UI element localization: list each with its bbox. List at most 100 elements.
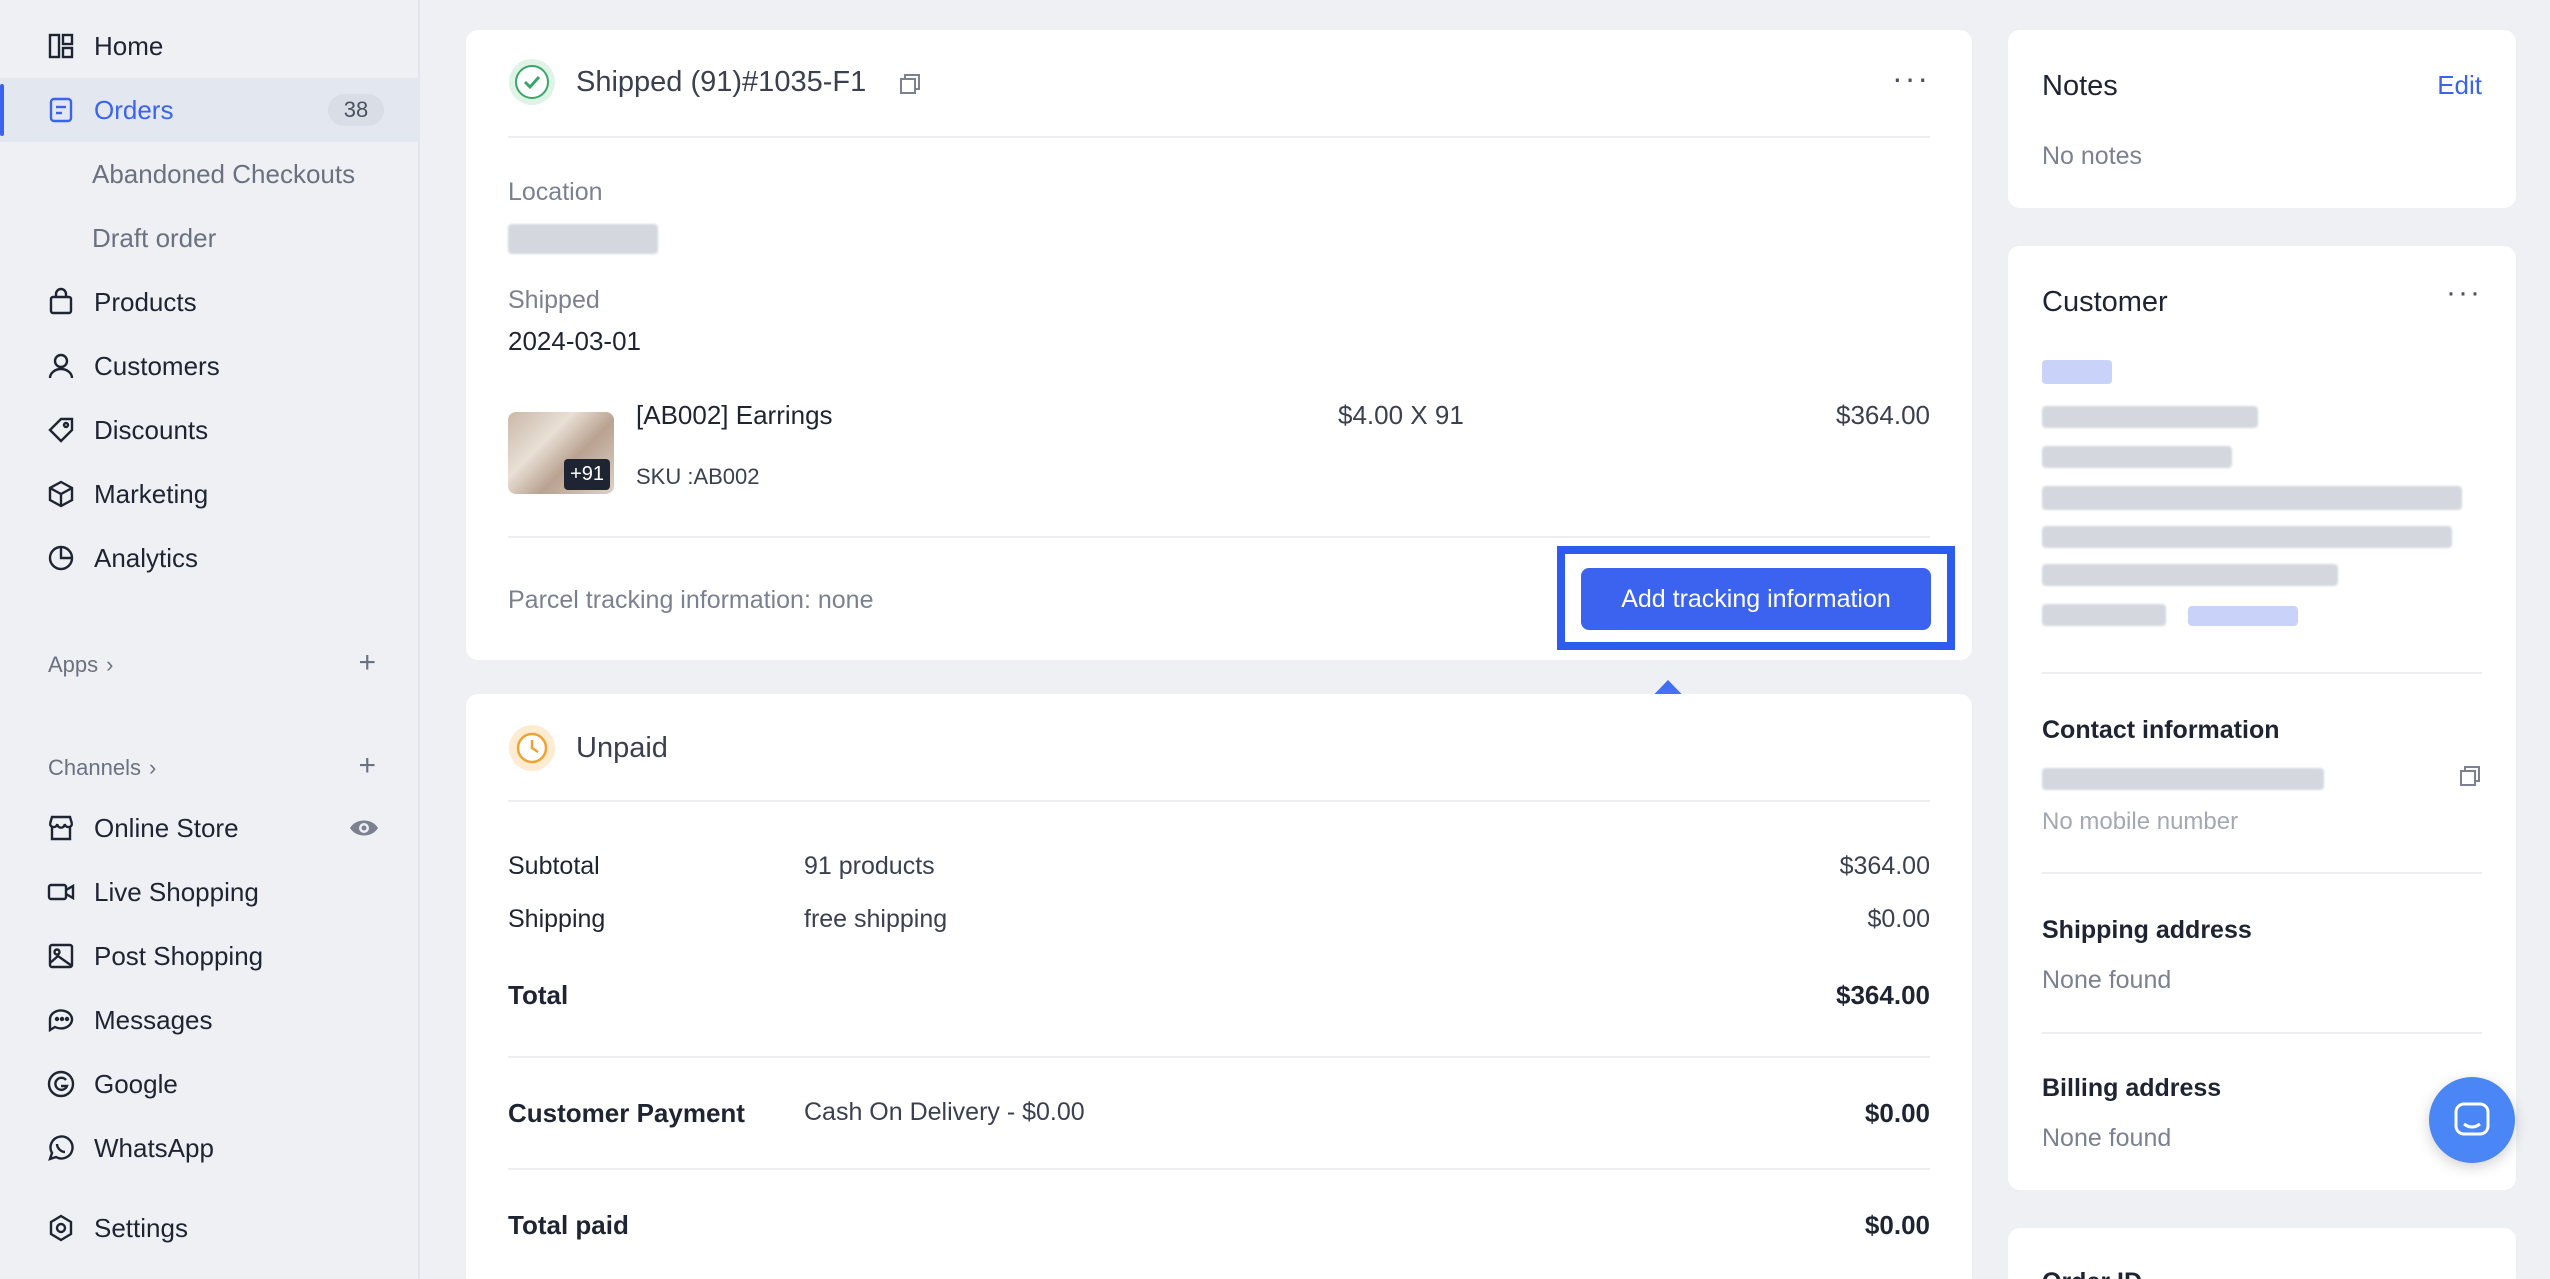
sidebar-item-post-shopping[interactable]: Post Shopping (0, 924, 420, 988)
total-label: Total (508, 980, 569, 1010)
sidebar-item-live-shopping[interactable]: Live Shopping (0, 860, 420, 924)
sidebar-item-marketing[interactable]: Marketing (0, 462, 420, 526)
product-name[interactable]: [AB002] Earrings (636, 400, 833, 431)
sidebar-item-label: Live Shopping (94, 876, 259, 907)
sidebar-item-whatsapp[interactable]: WhatsApp (0, 1116, 420, 1180)
divider (508, 136, 1930, 138)
apps-label: Apps (48, 652, 99, 677)
divider (2042, 672, 2482, 674)
image-icon (46, 941, 76, 971)
line-total: $364.00 (1836, 400, 1930, 430)
apps-section-toggle[interactable]: Apps › (48, 652, 113, 678)
sidebar-item-customers[interactable]: Customers (0, 334, 420, 398)
settings-icon (46, 1213, 76, 1243)
subtotal-label: Subtotal (508, 852, 600, 880)
customer-name-redacted[interactable] (2042, 360, 2112, 384)
copy-icon[interactable] (898, 72, 922, 96)
price-quantity: $4.00 X 91 (1338, 400, 1464, 430)
fulfillment-title: Shipped (91)#1035-F1 (576, 66, 867, 98)
sidebar-item-orders[interactable]: Orders 38 (0, 78, 420, 142)
shipping-label: Shipping (508, 905, 606, 933)
sidebar-item-label: Marketing (94, 478, 209, 509)
sidebar-item-products[interactable]: Products (0, 270, 420, 334)
customer-payment-amount: $0.00 (1864, 1098, 1930, 1128)
billing-address-value: None found (2042, 1124, 2172, 1152)
total-paid-amount: $0.00 (1864, 1210, 1930, 1240)
sidebar-item-label: Orders (94, 94, 174, 125)
customer-detail-redacted (2042, 526, 2452, 548)
add-app-plus-icon[interactable]: + (358, 648, 376, 678)
person-icon (46, 351, 76, 381)
orders-icon (46, 95, 76, 125)
total-paid-label: Total paid (508, 1210, 629, 1240)
sidebar-item-label: WhatsApp (94, 1132, 214, 1163)
divider (508, 1056, 1930, 1058)
sidebar-item-online-store[interactable]: Online Store (0, 796, 420, 860)
shipping-desc: free shipping (804, 905, 948, 933)
chevron-right-icon: › (106, 652, 114, 677)
clock-icon (509, 725, 555, 771)
copy-icon[interactable] (2458, 764, 2482, 788)
sidebar-item-settings[interactable]: Settings (0, 1196, 420, 1260)
more-options-icon[interactable]: ··· (1892, 60, 1930, 97)
notes-edit-link[interactable]: Edit (2437, 70, 2482, 101)
payment-card: Unpaid Subtotal 91 products $364.00 Ship… (466, 694, 1972, 1279)
subtotal-amount: $364.00 (1839, 852, 1930, 880)
add-channel-plus-icon[interactable]: + (358, 751, 376, 781)
sidebar-item-label: Messages (94, 1004, 213, 1035)
tracking-status-text: Parcel tracking information: none (508, 586, 874, 614)
total-amount: $364.00 (1836, 980, 1930, 1010)
channels-section-toggle[interactable]: Channels › (48, 755, 156, 781)
sidebar-item-label: Google (94, 1068, 178, 1099)
location-label: Location (508, 178, 603, 206)
pie-chart-icon (46, 543, 76, 573)
divider (2042, 1032, 2482, 1034)
contact-information-title: Contact information (2042, 716, 2280, 744)
product-thumbnail[interactable]: +91 (508, 412, 614, 494)
customer-detail-redacted (2042, 486, 2462, 510)
sidebar-item-draft-order[interactable]: Draft order (0, 206, 420, 270)
divider (508, 536, 1930, 538)
sidebar-item-label: Discounts (94, 414, 209, 445)
email-redacted (2042, 768, 2324, 790)
cube-icon (46, 479, 76, 509)
bag-icon (46, 287, 76, 317)
customer-more-options-icon[interactable]: ··· (2446, 276, 2482, 310)
location-value-redacted (508, 224, 658, 254)
shipping-amount: $0.00 (1867, 905, 1930, 933)
home-icon (46, 31, 76, 61)
sidebar-item-label: Abandoned Checkouts (92, 158, 356, 189)
sidebar-item-home[interactable]: Home (0, 14, 420, 78)
customer-link-redacted[interactable] (2188, 606, 2298, 626)
notes-card: Notes Edit No notes (2008, 30, 2516, 208)
customer-detail-redacted (2042, 604, 2166, 626)
subtotal-desc: 91 products (804, 852, 935, 880)
eye-icon[interactable] (348, 814, 380, 842)
notes-title: Notes (2042, 70, 2118, 102)
customer-payment-desc: Cash On Delivery - $0.00 (804, 1098, 1085, 1126)
chat-icon (46, 1005, 76, 1035)
customer-payment-label: Customer Payment (508, 1098, 745, 1128)
customer-title: Customer (2042, 286, 2168, 318)
sidebar-item-google[interactable]: Google (0, 1052, 420, 1116)
sidebar-item-analytics[interactable]: Analytics (0, 526, 420, 590)
sidebar-item-label: Products (94, 286, 197, 317)
shipped-date: 2024-03-01 (508, 326, 641, 356)
google-icon (46, 1069, 76, 1099)
tag-icon (46, 415, 76, 445)
sidebar-item-abandoned-checkouts[interactable]: Abandoned Checkouts (0, 142, 420, 206)
sidebar-item-discounts[interactable]: Discounts (0, 398, 420, 462)
shipped-label: Shipped (508, 286, 600, 314)
chat-support-button[interactable] (2429, 1077, 2515, 1163)
sidebar-item-label: Post Shopping (94, 940, 264, 971)
sidebar-item-messages[interactable]: Messages (0, 988, 420, 1052)
customer-card: Customer ··· Contact information No mobi… (2008, 246, 2516, 1190)
customer-detail-redacted (2042, 564, 2338, 586)
check-circle-icon (509, 59, 555, 105)
payment-status-title: Unpaid (576, 732, 668, 764)
billing-address-title: Billing address (2042, 1074, 2222, 1102)
add-tracking-button[interactable]: Add tracking information (1581, 568, 1931, 630)
sidebar-item-label: Draft order (92, 222, 217, 253)
customer-detail-redacted (2042, 406, 2258, 428)
shipping-address-title: Shipping address (2042, 916, 2252, 944)
